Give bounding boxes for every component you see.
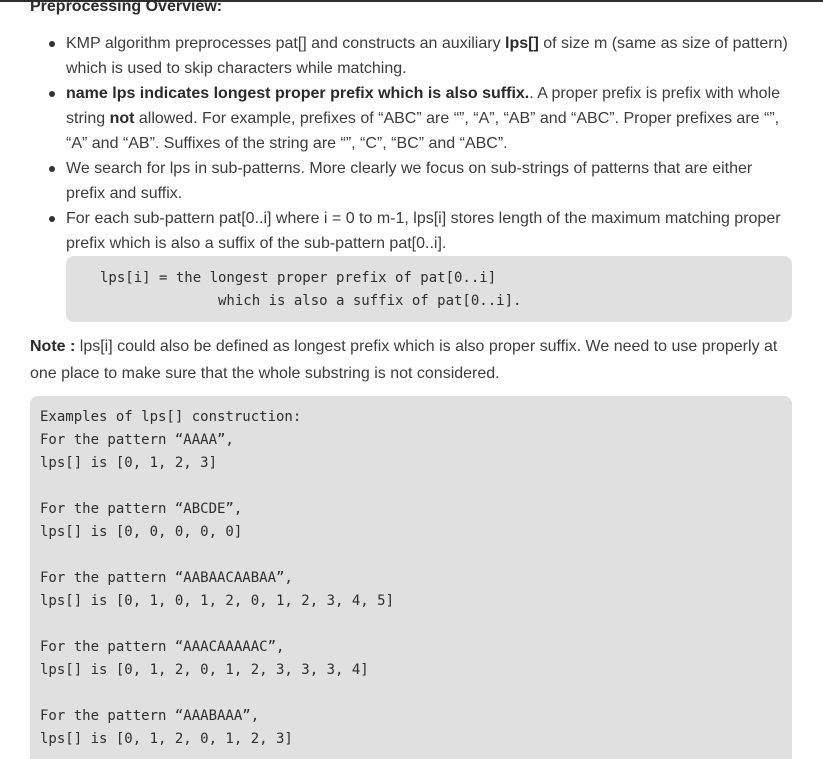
definition-code-block: lps[i] = the longest proper prefix of pa… xyxy=(66,256,792,322)
bullet-bold-term: name lps indicates longest proper prefix… xyxy=(66,85,530,102)
note-paragraph: Note : lps[i] could also be defined as l… xyxy=(30,333,792,387)
section-heading: Preprocessing Overview: xyxy=(30,0,223,15)
bullet-bold-term: lps[] xyxy=(505,35,539,52)
bullet-text-rest: allowed. For example, prefixes of “ABC” … xyxy=(66,110,780,152)
bullet-item-kmp-preprocess: KMP algorithm preprocesses pat[] and con… xyxy=(30,31,792,81)
examples-code-block: Examples of lps[] construction: For the … xyxy=(30,396,792,759)
bullet-item-sub-patterns: We search for lps in sub-patterns. More … xyxy=(30,156,792,206)
bullet-text: For each sub-pattern pat[0..i] where i =… xyxy=(66,210,781,252)
bullet-text: KMP algorithm preprocesses pat[] and con… xyxy=(66,35,506,52)
note-label: Note : xyxy=(30,338,76,355)
note-text: lps[i] could also be defined as longest … xyxy=(30,338,778,382)
bullet-item-lps-definition: For each sub-pattern pat[0..i] where i =… xyxy=(30,206,792,256)
bullet-text: We search for lps in sub-patterns. More … xyxy=(66,160,753,202)
definition-code-text: lps[i] = the longest proper prefix of pa… xyxy=(100,270,522,309)
bullet-bold-term-not: not xyxy=(109,110,135,127)
examples-code-text: Examples of lps[] construction: For the … xyxy=(40,409,395,747)
bullet-item-lps-name: name lps indicates longest proper prefix… xyxy=(30,81,792,156)
overview-bullet-list: KMP algorithm preprocesses pat[] and con… xyxy=(30,31,792,256)
